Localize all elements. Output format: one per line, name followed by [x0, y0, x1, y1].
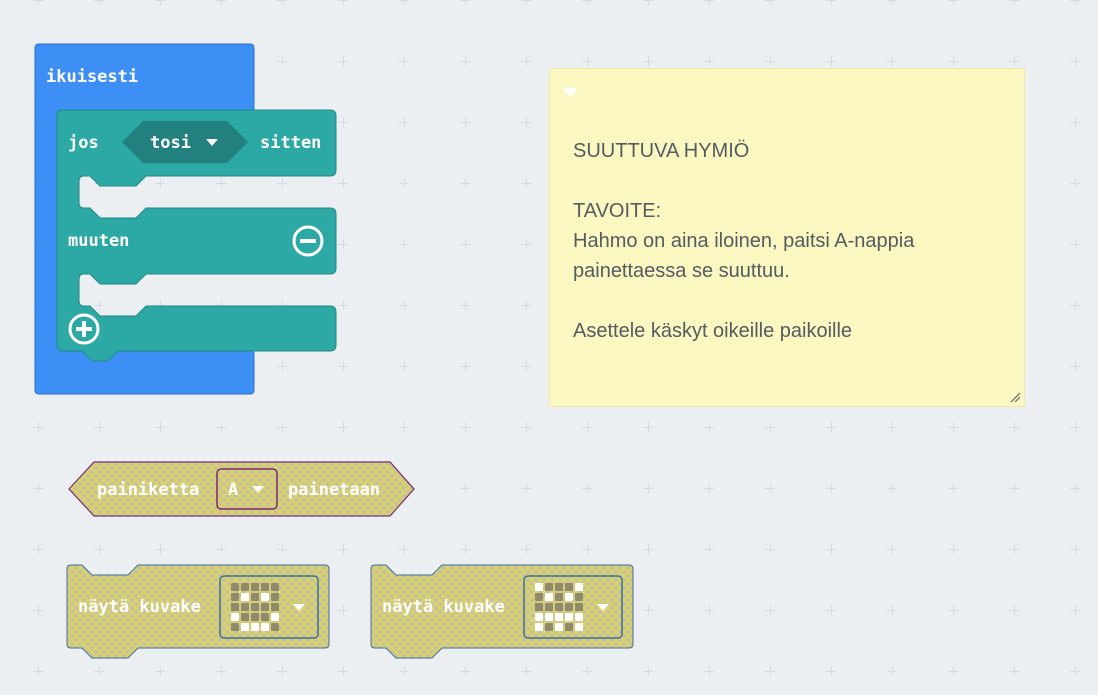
led-on — [535, 613, 543, 621]
led-on — [261, 593, 269, 601]
led-off — [261, 583, 269, 591]
led-off — [251, 583, 259, 591]
workspace-comment[interactable]: SUUTTUVA HYMIÖ TAVOITE: Hahmo on aina il… — [549, 68, 1025, 407]
angry-face-icon — [535, 583, 583, 631]
led-off — [261, 613, 269, 621]
led-on — [575, 613, 583, 621]
led-on — [271, 613, 279, 621]
led-off — [575, 603, 583, 611]
led-off — [555, 593, 563, 601]
led-off — [535, 603, 543, 611]
led-off — [271, 593, 279, 601]
condition-value: tosi — [150, 133, 191, 153]
led-off — [231, 603, 239, 611]
led-off — [251, 603, 259, 611]
led-off — [231, 623, 239, 631]
led-off — [251, 613, 259, 621]
led-off — [545, 623, 553, 631]
comment-line: painettaessa se suuttuu. — [573, 260, 790, 282]
condition-dropdown[interactable]: tosi — [122, 121, 248, 163]
led-off — [565, 623, 573, 631]
led-on — [575, 583, 583, 591]
led-off — [251, 593, 259, 601]
led-on — [565, 593, 573, 601]
led-on — [555, 623, 563, 631]
happy-face-icon — [231, 583, 279, 631]
led-off — [535, 593, 543, 601]
led-on — [261, 623, 269, 631]
led-off — [545, 603, 553, 611]
led-on — [535, 583, 543, 591]
else-label: muuten — [68, 231, 129, 251]
led-on — [555, 613, 563, 621]
led-on — [535, 623, 543, 631]
resize-handle[interactable] — [1009, 391, 1021, 403]
led-off — [271, 603, 279, 611]
button-pressed-block[interactable]: painiketta A painetaan — [68, 461, 415, 517]
show-icon-label: näytä kuvake — [382, 597, 505, 617]
led-on — [545, 613, 553, 621]
led-off — [545, 583, 553, 591]
led-off — [241, 603, 249, 611]
led-off — [565, 583, 573, 591]
led-on — [565, 613, 573, 621]
collapse-icon[interactable] — [562, 87, 578, 99]
led-off — [231, 593, 239, 601]
forever-label: ikuisesti — [46, 67, 138, 87]
comment-line: SUUTTUVA HYMIÖ — [573, 140, 750, 162]
led-off — [565, 603, 573, 611]
led-on — [251, 623, 259, 631]
led-off — [271, 583, 279, 591]
led-on — [241, 593, 249, 601]
led-off — [241, 613, 249, 621]
show-icon-block-happy[interactable]: näytä kuvake — [66, 564, 330, 659]
show-icon-label: näytä kuvake — [78, 597, 201, 617]
if-label: jos — [68, 133, 99, 153]
then-label: sitten — [260, 133, 321, 153]
if-else-block[interactable]: jos tosi sitten muuten — [56, 109, 337, 362]
comment-line: Hahmo on aina iloinen, paitsi A-nappia — [573, 230, 915, 252]
comment-text[interactable]: SUUTTUVA HYMIÖ TAVOITE: Hahmo on aina il… — [573, 136, 1013, 346]
led-off — [231, 583, 239, 591]
led-on — [545, 593, 553, 601]
led-on — [575, 623, 583, 631]
button-value: A — [228, 480, 238, 500]
button-block-suffix: painetaan — [288, 480, 380, 500]
button-block-prefix: painiketta — [97, 480, 199, 500]
led-off — [271, 623, 279, 631]
comment-line: TAVOITE: — [573, 200, 662, 222]
led-on — [231, 613, 239, 621]
led-off — [241, 583, 249, 591]
led-off — [575, 593, 583, 601]
led-off — [261, 603, 269, 611]
led-on — [241, 623, 249, 631]
comment-line: Asettele käskyt oikeille paikoille — [573, 320, 853, 342]
show-icon-block-angry[interactable]: näytä kuvake — [370, 564, 634, 659]
comment-line — [573, 286, 1013, 316]
led-off — [555, 603, 563, 611]
comment-line — [573, 166, 1013, 196]
led-off — [555, 583, 563, 591]
